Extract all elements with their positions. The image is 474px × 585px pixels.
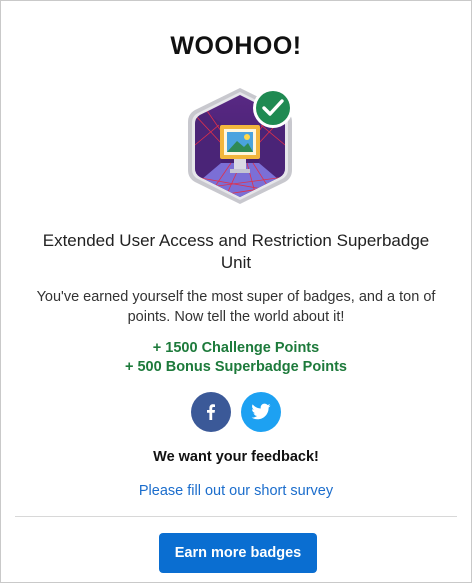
twitter-icon <box>251 403 271 420</box>
earn-more-badges-button[interactable]: Earn more badges <box>159 533 317 573</box>
feedback-heading: We want your feedback! <box>153 449 319 465</box>
share-buttons <box>1 392 471 432</box>
facebook-share-button[interactable] <box>191 392 231 432</box>
badge-earned-dialog: WOOHOO! Extended User Access and Restric… <box>0 0 472 583</box>
twitter-share-button[interactable] <box>241 392 281 432</box>
challenge-points: + 1500 Challenge Points <box>152 340 320 356</box>
divider <box>15 516 457 517</box>
facebook-icon <box>207 404 215 420</box>
congrats-message: You've earned yourself the most super of… <box>36 289 436 325</box>
survey-link[interactable]: Please fill out our short survey <box>1 483 471 499</box>
points-summary: + 1500 Challenge Points + 500 Bonus Supe… <box>1 339 471 377</box>
bonus-points: + 500 Bonus Superbadge Points <box>125 359 347 375</box>
dialog-title: WOOHOO! <box>170 32 302 60</box>
superbadge-badge-icon <box>188 88 293 204</box>
checkmark-icon <box>253 88 293 128</box>
badge-unit-title: Extended User Access and Restriction Sup… <box>42 231 430 272</box>
